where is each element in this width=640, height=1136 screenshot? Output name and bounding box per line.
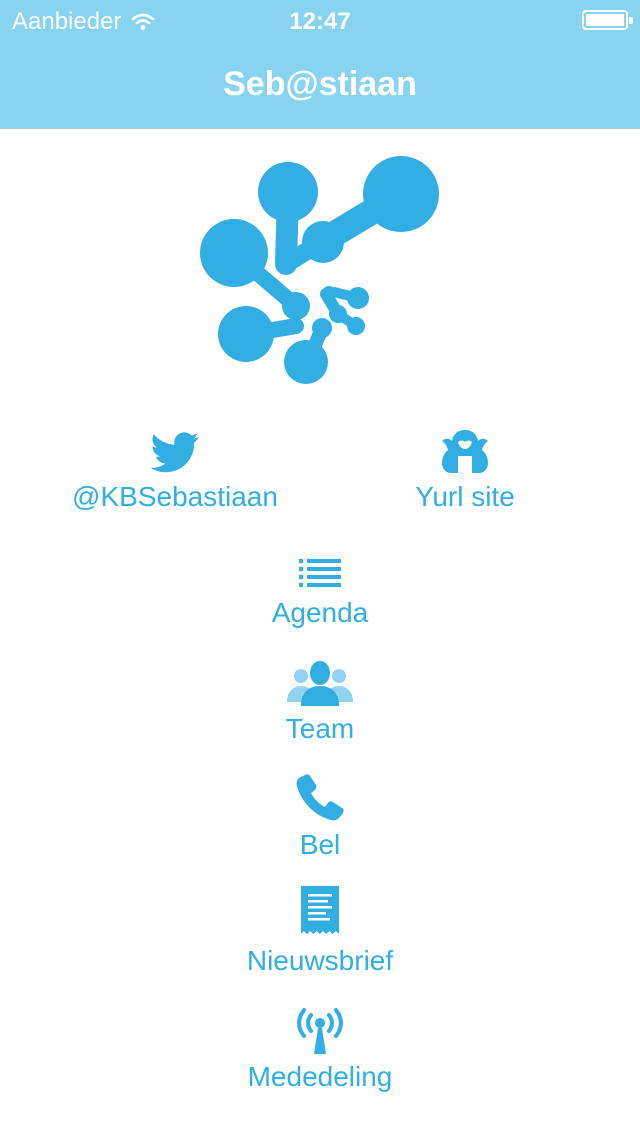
agenda-label: Agenda [271, 597, 369, 628]
molecule-logo [200, 156, 439, 384]
twitter-label: @KBSebastiaan [72, 481, 278, 512]
list-icon [299, 559, 341, 587]
newsletter-icon [301, 886, 339, 934]
yurl-site-link[interactable]: Yurl site [385, 420, 545, 514]
mededeling-label: Mededeling [247, 1061, 393, 1092]
bel-link[interactable]: Bel [220, 768, 420, 862]
phone-icon [296, 774, 344, 821]
nieuwsbrief-link[interactable]: Nieuwsbrief [210, 884, 430, 978]
status-time: 12:47 [289, 8, 351, 35]
team-label: Team [285, 713, 355, 744]
page-title: Seb@stiaan [223, 65, 417, 103]
mededeling-link[interactable]: Mededeling [210, 1000, 430, 1094]
navigation-bar: Aanbieder 12:47 Seb@stiaan [0, 0, 640, 129]
yurl-mascot-icon [442, 430, 488, 474]
twitter-bird-icon [150, 432, 200, 473]
yurl-label: Yurl site [415, 481, 515, 512]
agenda-link[interactable]: Agenda [220, 536, 420, 630]
nieuwsbrief-label: Nieuwsbrief [246, 945, 394, 976]
team-link[interactable]: Team [220, 652, 420, 746]
battery-icon [582, 10, 633, 30]
broadcast-antenna-icon [297, 1008, 343, 1054]
bel-label: Bel [299, 829, 341, 860]
team-icon [287, 661, 353, 706]
twitter-link[interactable]: @KBSebastiaan [60, 420, 290, 514]
